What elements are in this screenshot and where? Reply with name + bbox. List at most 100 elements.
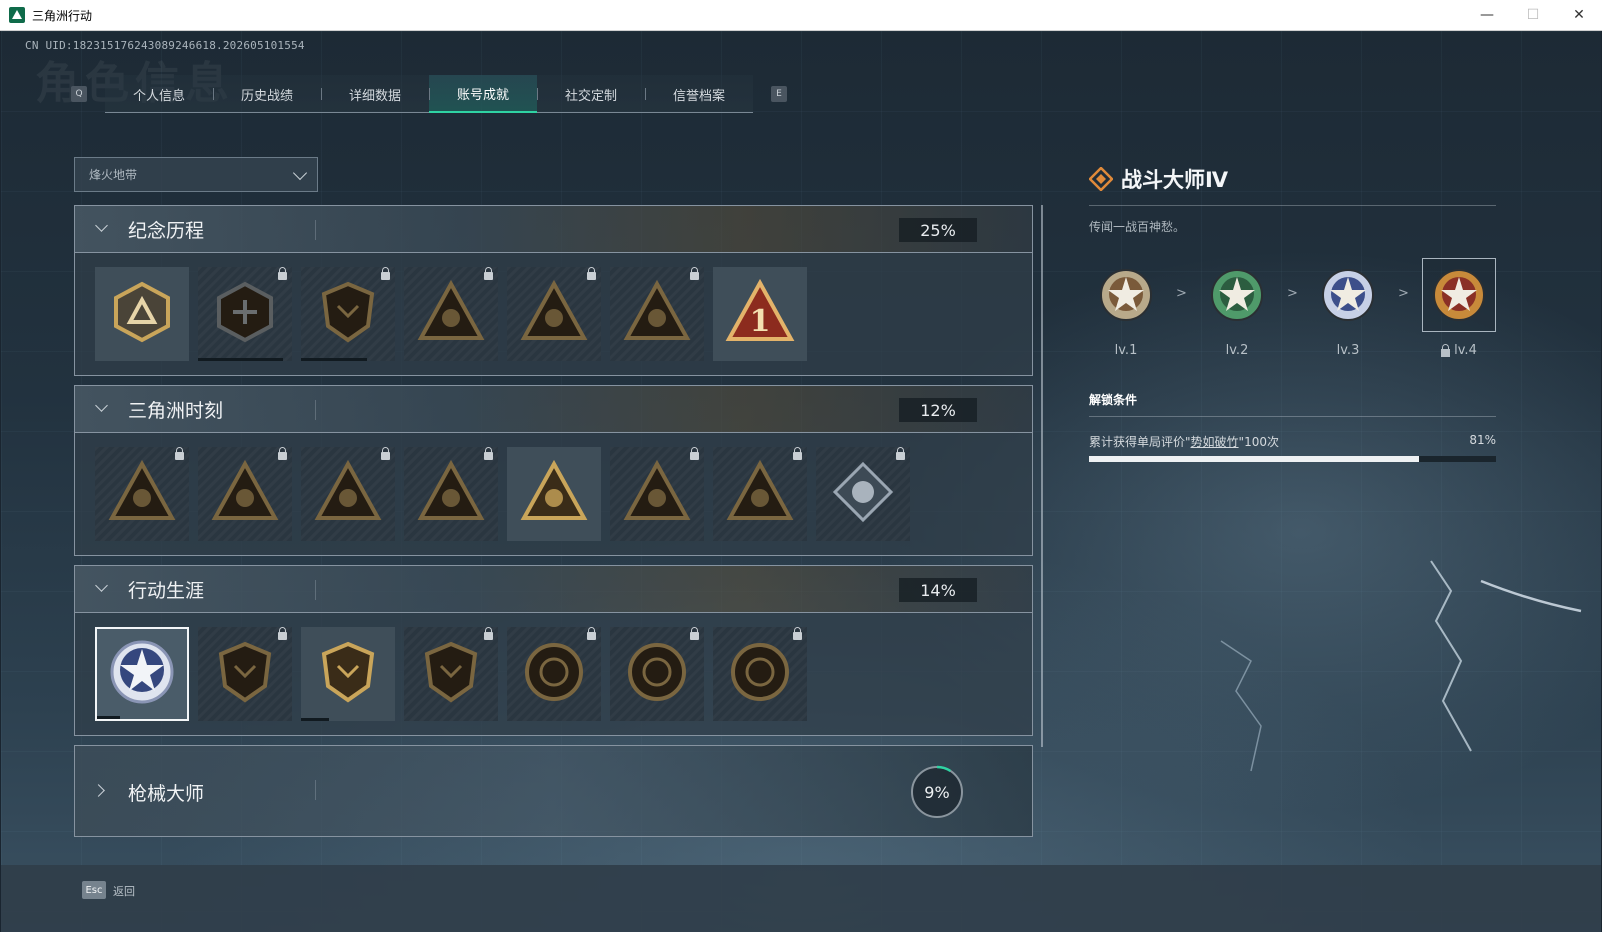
achievement-tile[interactable] xyxy=(198,627,292,721)
operator-triangle-icon xyxy=(623,278,691,350)
lock-icon xyxy=(793,627,802,640)
achievement-tile[interactable] xyxy=(610,447,704,541)
lock-icon xyxy=(793,447,802,460)
next-tab-key[interactable]: E xyxy=(771,86,787,102)
unlock-condition-progress-fill xyxy=(1089,456,1419,462)
star-medal-icon xyxy=(1089,258,1163,332)
level-arrow: > xyxy=(1398,286,1409,301)
section-header[interactable]: 行动生涯 14% xyxy=(74,565,1033,613)
level-arrow: > xyxy=(1176,286,1187,301)
svg-text:1: 1 xyxy=(750,304,771,339)
section-badges: 1 xyxy=(74,253,1033,376)
achievement-tile[interactable] xyxy=(713,627,807,721)
section-name: 行动生涯 xyxy=(128,579,205,602)
window-title: 三角洲行动 xyxy=(32,8,93,23)
portrait-triangle-icon xyxy=(520,278,588,350)
achievement-tile[interactable] xyxy=(713,447,807,541)
tile-progress-bar xyxy=(198,358,283,361)
expand-chevron-icon[interactable] xyxy=(92,784,105,797)
achievement-tile[interactable] xyxy=(507,267,601,361)
level-label: lv.4 xyxy=(1454,343,1477,358)
achievement-tile[interactable] xyxy=(404,447,498,541)
mode-dropdown[interactable]: 烽火地带 xyxy=(74,157,318,192)
achievement-tile[interactable] xyxy=(610,267,704,361)
prev-tab-key[interactable]: Q xyxy=(71,86,87,102)
section-name: 三角洲时刻 xyxy=(128,399,224,422)
diamond-rank-icon xyxy=(1089,167,1113,191)
player-uid: CN UID:182315176243089246618.20260510155… xyxy=(25,39,305,52)
unlock-condition-percent: 81% xyxy=(1469,433,1496,447)
condition-link[interactable]: 势如破竹 xyxy=(1191,435,1239,449)
achievement-tile[interactable] xyxy=(301,447,395,541)
achievement-tile[interactable] xyxy=(610,627,704,721)
star-medal-icon xyxy=(1422,258,1496,332)
achievement-tile[interactable] xyxy=(404,267,498,361)
achievement-scrollbar[interactable] xyxy=(1041,205,1043,747)
header-divider xyxy=(315,400,316,420)
achievement-tile[interactable] xyxy=(95,267,189,361)
esc-key-hint[interactable]: Esc xyxy=(82,881,106,899)
section-percent: 9% xyxy=(924,782,950,802)
gem-shield-icon xyxy=(419,640,483,708)
level-badge-4[interactable]: lv.4 xyxy=(1422,258,1496,358)
level-badge-3[interactable]: lv.3 xyxy=(1311,258,1385,358)
close-button[interactable]: ✕ xyxy=(1556,0,1602,31)
lock-icon xyxy=(690,627,699,640)
achievement-tile[interactable] xyxy=(198,447,292,541)
achievement-tile[interactable] xyxy=(507,447,601,541)
tab-match-history[interactable]: 历史战绩 xyxy=(213,75,321,113)
game-viewport: 角色信息 CN UID:182315176243089246618.202605… xyxy=(1,31,1601,932)
lock-icon xyxy=(587,627,596,640)
section-header[interactable]: 三角洲时刻 12% xyxy=(74,385,1033,433)
lock-icon xyxy=(381,267,390,280)
collapse-chevron-icon[interactable] xyxy=(95,219,108,232)
section-percent: 14% xyxy=(899,578,977,602)
achievement-tile[interactable] xyxy=(301,267,395,361)
collapse-chevron-icon[interactable] xyxy=(95,399,108,412)
back-label[interactable]: 返回 xyxy=(113,883,135,899)
level-progression: lv.1 > lv.2 > lv.3 > lv.4 xyxy=(1089,258,1496,368)
level-badge-2[interactable]: lv.2 xyxy=(1200,258,1274,358)
achievement-tile[interactable] xyxy=(301,627,395,721)
rank-one-triangle-icon: 1 xyxy=(725,277,795,351)
app-logo-icon xyxy=(9,7,25,23)
star-medal-icon xyxy=(1200,258,1274,332)
achievement-tile[interactable]: 1 xyxy=(713,267,807,361)
window-titlebar: 三角洲行动 — ☐ ✕ xyxy=(0,0,1602,31)
tab-personal-info[interactable]: 个人信息 xyxy=(105,75,213,113)
tab-account-achievements[interactable]: 账号成就 xyxy=(429,75,537,113)
achievement-tile[interactable] xyxy=(816,447,910,541)
split-shield-icon xyxy=(316,640,380,708)
squad-triangle-icon xyxy=(520,458,588,530)
achievement-description: 传闻一战百神愁。 xyxy=(1089,220,1186,234)
achievement-tile[interactable] xyxy=(507,627,601,721)
section-header[interactable]: 纪念历程 25% xyxy=(74,205,1033,253)
helicopter-emblem-icon xyxy=(213,280,277,348)
header-divider xyxy=(315,780,316,800)
lock-icon xyxy=(896,447,905,460)
orbit-coin-icon xyxy=(522,640,586,708)
section-header-collapsed[interactable]: 枪械大师 9% xyxy=(74,745,1033,837)
achievement-tile[interactable] xyxy=(404,627,498,721)
minimize-button[interactable]: — xyxy=(1464,0,1510,31)
lock-icon xyxy=(175,447,184,460)
tile-progress-bar xyxy=(301,358,367,361)
mask-triangle-icon xyxy=(211,458,279,530)
tab-social-customization[interactable]: 社交定制 xyxy=(537,75,645,113)
achievement-tile[interactable] xyxy=(198,267,292,361)
maximize-button[interactable]: ☐ xyxy=(1510,0,1556,31)
tab-strip: 个人信息 历史战绩 详细数据 账号成就 社交定制 信誉档案 xyxy=(105,75,753,113)
rose-diamond-icon xyxy=(831,460,895,528)
lock-icon xyxy=(690,267,699,280)
achievement-tile[interactable] xyxy=(95,447,189,541)
lock-icon xyxy=(278,627,287,640)
tab-reputation-record[interactable]: 信誉档案 xyxy=(645,75,753,113)
tile-progress-bar xyxy=(301,718,330,721)
mode-dropdown-value: 烽火地带 xyxy=(89,168,138,182)
achievement-tile[interactable] xyxy=(95,627,189,721)
tab-detailed-data[interactable]: 详细数据 xyxy=(321,75,429,113)
collapse-chevron-icon[interactable] xyxy=(95,579,108,592)
chevron-shield-icon xyxy=(213,640,277,708)
level-badge-1[interactable]: lv.1 xyxy=(1089,258,1163,358)
bottom-bar: Esc 返回 xyxy=(1,865,1601,932)
